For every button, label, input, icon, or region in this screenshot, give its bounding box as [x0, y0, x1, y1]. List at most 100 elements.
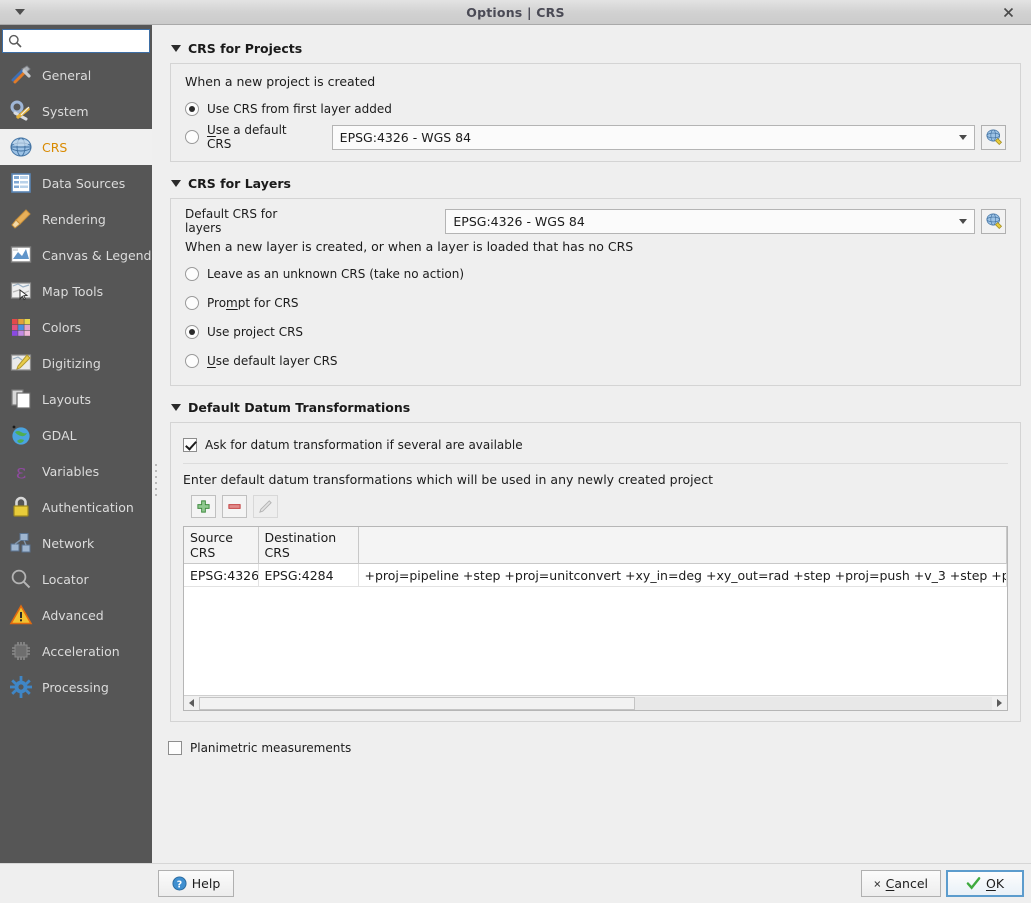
sidebar-item-crs[interactable]: CRS: [0, 129, 152, 165]
search-icon: [7, 33, 23, 49]
globe-icon: [8, 134, 34, 160]
scrollbar-track[interactable]: [199, 697, 992, 710]
sidebar-item-acceleration[interactable]: Acceleration: [0, 633, 152, 669]
magnifier-icon: [8, 566, 34, 592]
sidebar-item-label: Digitizing: [42, 356, 101, 371]
check-icon: [966, 876, 981, 891]
sidebar-item-label: Colors: [42, 320, 81, 335]
planimetric-measurements-checkbox[interactable]: Planimetric measurements: [168, 736, 1031, 760]
sidebar-item-label: General: [42, 68, 91, 83]
sidebar-item-locator[interactable]: Locator: [0, 561, 152, 597]
color-palette-icon: [8, 314, 34, 340]
scrollbar-thumb[interactable]: [199, 697, 635, 710]
radio-use-default-crs[interactable]: [185, 130, 199, 144]
window-menu-button[interactable]: [0, 0, 40, 25]
crs-for-layers-header[interactable]: CRS for Layers: [170, 172, 1031, 194]
sidebar-item-layouts[interactable]: Layouts: [0, 381, 152, 417]
table-header-row: Source CRS Destination CRS: [184, 527, 1007, 564]
divider: [183, 463, 1008, 464]
crs-for-projects-header[interactable]: CRS for Projects: [170, 37, 1031, 59]
lock-icon: [8, 494, 34, 520]
sidebar-item-label: Layouts: [42, 392, 91, 407]
column-header-operation[interactable]: [358, 527, 1007, 564]
radio-use-project-crs[interactable]: Use project CRS: [185, 320, 1006, 344]
ask-datum-transformation-checkbox[interactable]: Ask for datum transformation if several …: [183, 433, 1008, 457]
help-button[interactable]: ? Help: [158, 870, 234, 897]
sidebar-item-label: Data Sources: [42, 176, 125, 191]
sidebar-item-digitizing[interactable]: Digitizing: [0, 345, 152, 381]
new-layer-hint: When a new layer is created, or when a l…: [185, 239, 1006, 254]
brush-icon: [8, 206, 34, 232]
sidebar-item-label: Processing: [42, 680, 109, 695]
cancel-button[interactable]: Cancel: [861, 870, 941, 897]
remove-datum-transformation-button[interactable]: [222, 495, 247, 518]
radio-leave-unknown-crs[interactable]: Leave as an unknown CRS (take no action): [185, 262, 1006, 286]
scroll-left-button[interactable]: [184, 696, 199, 711]
column-header-destination-crs[interactable]: Destination CRS: [258, 527, 358, 564]
datum-table: Source CRS Destination CRS EPSG:4326 EPS…: [184, 527, 1007, 587]
add-datum-transformation-button[interactable]: [191, 495, 216, 518]
set-crs-icon: [985, 128, 1003, 146]
sidebar-item-label: Rendering: [42, 212, 106, 227]
set-crs-icon: [985, 212, 1003, 230]
collapse-triangle-icon: [171, 404, 181, 411]
chevron-down-icon[interactable]: [952, 126, 974, 149]
sidebar-item-colors[interactable]: Colors: [0, 309, 152, 345]
sidebar-item-label: GDAL: [42, 428, 77, 443]
radio-indicator: [185, 267, 199, 281]
radio-label: Use CRS from first layer added: [207, 102, 392, 116]
search-box[interactable]: [2, 29, 150, 53]
column-header-source-crs[interactable]: Source CRS: [184, 527, 258, 564]
radio-indicator: [185, 102, 199, 116]
table-row[interactable]: EPSG:4326 EPSG:4284 +proj=pipeline +step…: [184, 564, 1007, 587]
sidebar-item-label: CRS: [42, 140, 67, 155]
sidebar-item-data-sources[interactable]: Data Sources: [0, 165, 152, 201]
scroll-right-button[interactable]: [992, 696, 1007, 711]
gear-icon: [8, 674, 34, 700]
close-button[interactable]: [985, 0, 1031, 25]
svg-text:ε: ε: [16, 459, 26, 483]
sidebar-item-rendering[interactable]: Rendering: [0, 201, 152, 237]
sidebar-item-label: Network: [42, 536, 94, 551]
datum-transformations-header[interactable]: Default Datum Transformations: [170, 396, 1031, 418]
svg-text:?: ?: [177, 879, 182, 890]
sidebar-item-authentication[interactable]: Authentication: [0, 489, 152, 525]
canvas-icon: [8, 242, 34, 268]
wrench-icon: [8, 98, 34, 124]
datum-toolbar: [191, 495, 1008, 518]
search-input[interactable]: [25, 31, 145, 51]
select-project-crs-button[interactable]: [981, 125, 1006, 150]
sidebar: General System: [0, 25, 152, 903]
group-title-label: CRS for Projects: [188, 41, 302, 56]
edit-datum-transformation-button[interactable]: [253, 495, 278, 518]
sidebar-item-advanced[interactable]: Advanced: [0, 597, 152, 633]
cross-icon: [874, 878, 881, 890]
hammer-screwdriver-icon: [8, 62, 34, 88]
select-layer-crs-button[interactable]: [981, 209, 1006, 234]
ok-button[interactable]: OK: [946, 870, 1024, 897]
datum-transformations-table: Source CRS Destination CRS EPSG:4326 EPS…: [183, 526, 1008, 711]
radio-prompt-for-crs[interactable]: Prompt for CRS: [185, 291, 1006, 315]
sidebar-item-general[interactable]: General: [0, 57, 152, 93]
radio-use-first-layer-crs[interactable]: Use CRS from first layer added: [185, 97, 1006, 121]
layer-default-crs-combo[interactable]: EPSG:4326 - WGS 84: [445, 209, 975, 234]
warning-icon: [8, 602, 34, 628]
sidebar-item-label: Variables: [42, 464, 99, 479]
sidebar-item-gdal[interactable]: GDAL: [0, 417, 152, 453]
sidebar-item-network[interactable]: Network: [0, 525, 152, 561]
project-default-crs-combo[interactable]: EPSG:4326 - WGS 84: [332, 125, 975, 150]
sidebar-item-system[interactable]: System: [0, 93, 152, 129]
radio-use-default-layer-crs[interactable]: Use default layer CRS: [185, 349, 1006, 373]
chevron-down-icon[interactable]: [952, 210, 974, 233]
collapse-triangle-icon: [171, 180, 181, 187]
ok-label: OK: [986, 876, 1004, 891]
sidebar-item-canvas-legend[interactable]: Canvas & Legend: [0, 237, 152, 273]
sidebar-item-processing[interactable]: Processing: [0, 669, 152, 705]
sidebar-item-map-tools[interactable]: Map Tools: [0, 273, 152, 309]
sidebar-splitter[interactable]: [153, 450, 159, 510]
sidebar-item-label: System: [42, 104, 89, 119]
chevron-down-icon: [15, 9, 25, 15]
table-horizontal-scrollbar[interactable]: [184, 695, 1007, 710]
chip-icon: [8, 638, 34, 664]
sidebar-item-variables[interactable]: ε Variables: [0, 453, 152, 489]
